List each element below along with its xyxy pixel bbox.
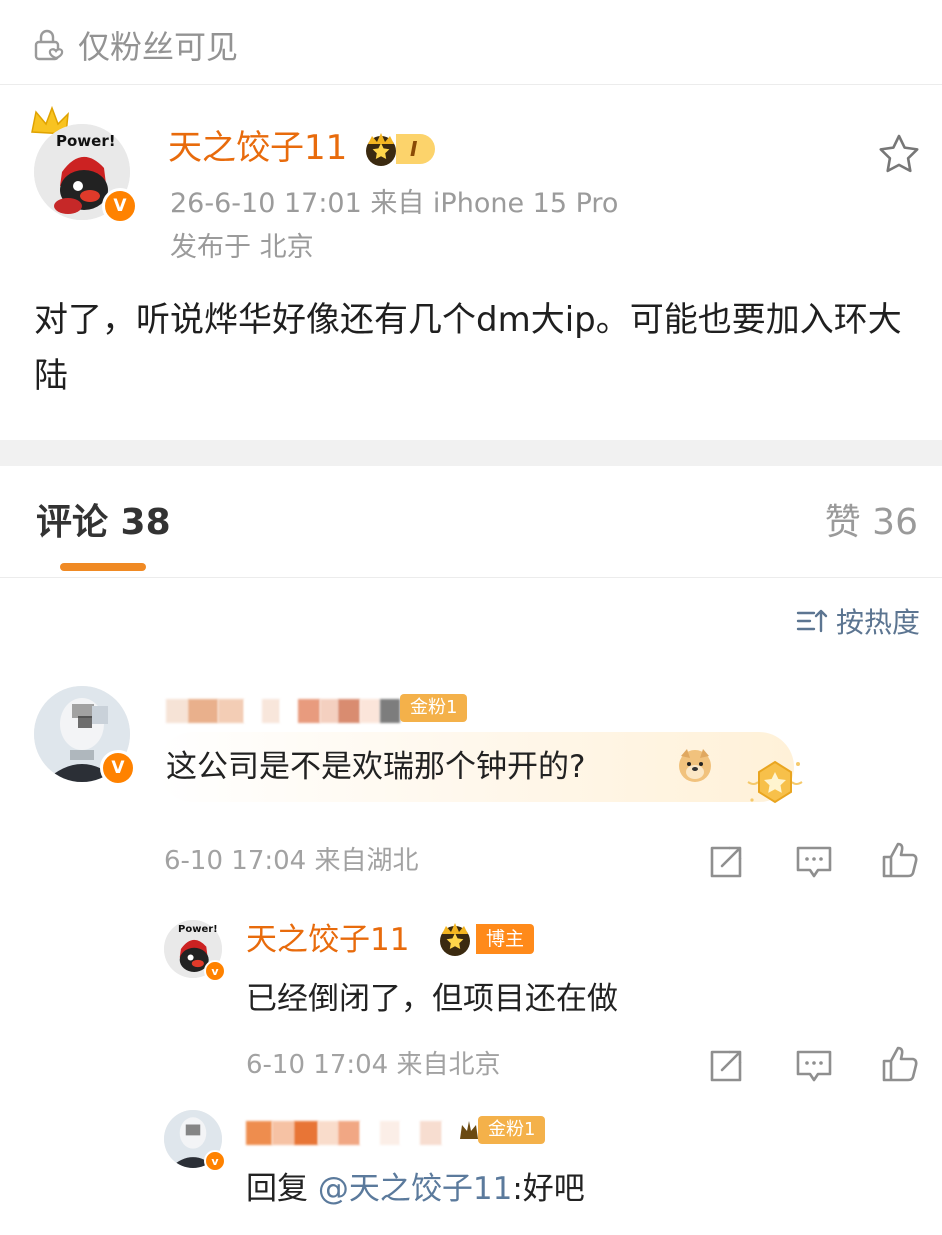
fan-badge-label: 金粉1 — [400, 694, 468, 722]
level-label: I — [396, 134, 436, 164]
share-icon[interactable] — [706, 842, 746, 882]
reply-body: :好吧 — [512, 1171, 585, 1207]
star-medal-icon — [747, 760, 803, 804]
tab-comments[interactable]: 评论 38 — [36, 500, 171, 546]
author-avatar[interactable]: Power! V — [28, 102, 146, 224]
verified-badge: V — [102, 188, 138, 224]
reply-text: 已经倒闭了，但项目还在做 — [246, 981, 618, 1017]
fan-badge-label: 金粉1 — [478, 1116, 546, 1144]
crown-icon — [440, 923, 470, 956]
blogger-badge-label: 博主 — [476, 924, 535, 954]
reply-avatar[interactable]: v — [164, 1110, 228, 1172]
sort-button[interactable]: 按热度 — [796, 600, 920, 642]
fan-badge[interactable]: 金粉1 — [400, 694, 468, 722]
like-icon[interactable] — [880, 840, 920, 880]
section-separator — [0, 440, 942, 466]
comment-icon[interactable] — [794, 1046, 834, 1086]
comment-icon[interactable] — [794, 842, 834, 882]
sort-label: 按热度 — [835, 606, 920, 639]
star-icon[interactable] — [876, 132, 922, 178]
mention-link[interactable]: @天之饺子11 — [318, 1171, 512, 1207]
visibility-label: 仅粉丝可见 — [78, 28, 239, 66]
fan-badge[interactable]: 金粉1 — [458, 1116, 546, 1144]
reply-avatar[interactable]: Power! v — [164, 920, 228, 982]
blogger-badge: 博主 — [434, 920, 535, 958]
divider — [0, 577, 942, 578]
comment-meta: 6-10 17:04 来自湖北 — [164, 846, 419, 876]
reply-text: 回复 @天之饺子11:好吧 — [246, 1166, 585, 1212]
commenter-name[interactable] — [166, 696, 400, 726]
verified-badge: v — [204, 960, 226, 982]
verified-badge: v — [204, 1150, 226, 1172]
doge-emoji-icon — [679, 749, 711, 782]
post-timestamp-source: 26-6-10 17:01 来自 iPhone 15 Pro — [170, 188, 619, 219]
like-icon[interactable] — [880, 1044, 920, 1084]
post-location: 发布于 北京 — [170, 232, 314, 263]
tab-likes[interactable]: 赞 36 — [825, 500, 918, 546]
avatar-caption: Power! — [178, 924, 218, 935]
divider — [0, 84, 942, 85]
reply-meta: 6-10 17:04 来自北京 — [246, 1050, 501, 1080]
author-name[interactable]: 天之饺子11 — [168, 124, 347, 172]
lock-heart-icon — [34, 29, 64, 61]
level-badge[interactable]: I — [360, 130, 436, 168]
post-text: 对了，听说烨华好像还有几个dm大ip。可能也要加入环大陆 — [34, 300, 902, 396]
comment-text: 这公司是不是欢瑞那个钟开的? — [166, 749, 586, 785]
verified-badge: V — [100, 750, 136, 786]
visibility-indicator: 仅粉丝可见 — [32, 22, 238, 68]
reply-prefix: 回复 — [246, 1171, 318, 1207]
avatar-caption: Power! — [56, 132, 116, 150]
share-icon[interactable] — [706, 1046, 746, 1086]
reply-author-name[interactable]: 天之饺子11 — [246, 918, 409, 962]
crown-icon — [460, 1121, 478, 1139]
tab-active-indicator — [60, 563, 146, 571]
commenter-avatar[interactable]: V — [34, 686, 138, 786]
sort-icon — [796, 609, 828, 633]
reply-author-name[interactable] — [246, 1118, 462, 1148]
